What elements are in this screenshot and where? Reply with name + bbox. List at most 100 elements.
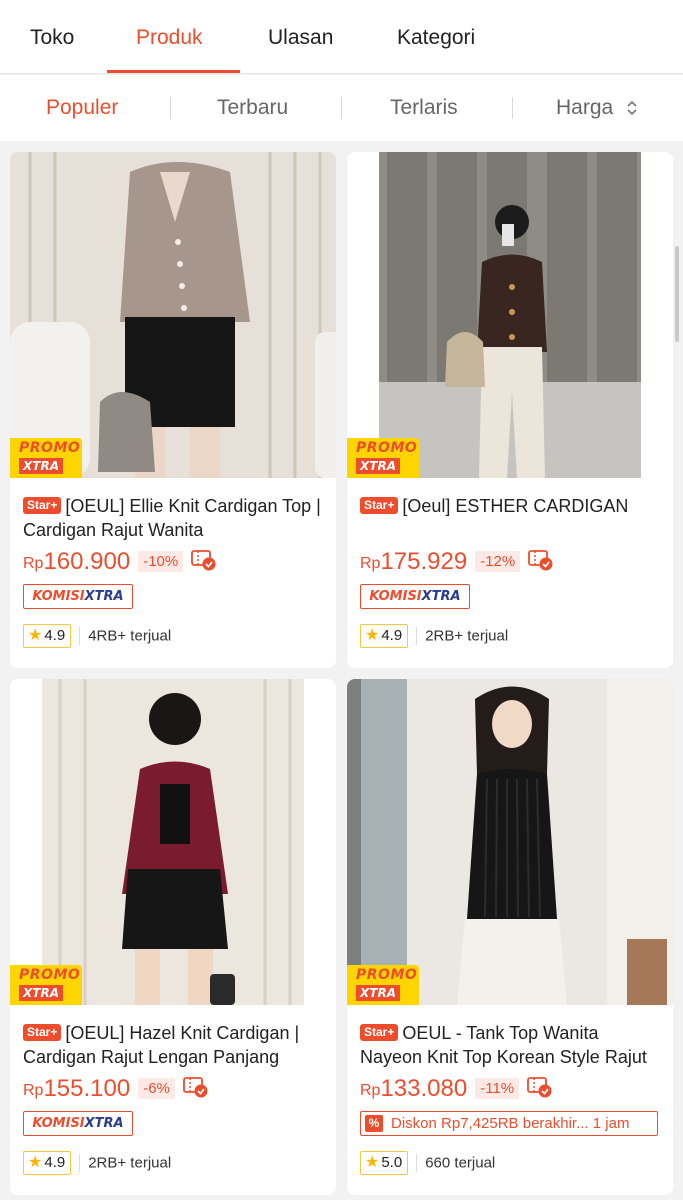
- rating-row: ★ 4.9 2RB+ terjual: [360, 624, 508, 650]
- tab-toko[interactable]: Toko: [30, 26, 74, 50]
- scrollbar[interactable]: [675, 246, 679, 342]
- promo-label: PROMO: [356, 440, 418, 456]
- divider: [170, 97, 171, 119]
- voucher-check-icon: [528, 550, 553, 571]
- currency-symbol: Rp: [360, 1082, 381, 1099]
- promo-xtra-badge: PROMO XTRA: [347, 965, 419, 1005]
- star-icon: ★: [28, 627, 43, 644]
- xtra-label: XTRA: [19, 458, 63, 474]
- rating-badge: ★ 4.9: [23, 1151, 72, 1175]
- diskon-banner: % Diskon Rp7,425RB berakhir... 1 jam: [360, 1111, 658, 1136]
- voucher-check-icon: [527, 1077, 552, 1098]
- promo-xtra-badge: PROMO XTRA: [10, 438, 82, 478]
- price-row: Rp160.900 -10%: [23, 548, 217, 578]
- sold-count: 660 terjual: [425, 1154, 496, 1172]
- divider: [416, 1154, 418, 1172]
- voucher-check-icon: [191, 550, 216, 571]
- rating-row: ★ 4.9 2RB+ terjual: [23, 1151, 171, 1177]
- divider: [79, 1154, 81, 1172]
- product-price: 133.080: [380, 1075, 468, 1102]
- promo-label: PROMO: [19, 967, 81, 983]
- divider: [341, 97, 342, 119]
- voucher-check-icon: [183, 1077, 208, 1098]
- rating-value: 4.9: [44, 627, 66, 644]
- komisi-label: KOMISI: [369, 589, 422, 604]
- xtra-label: XTRA: [421, 589, 461, 604]
- discount-badge: -10%: [138, 551, 184, 572]
- komisi-xtra-badge: KOMISIXTRA: [23, 1111, 133, 1136]
- discount-badge: -11%: [475, 1078, 520, 1099]
- product-title-text: [OEUL] Ellie Knit Cardigan Top | Cardiga…: [23, 496, 321, 540]
- sort-terlaris[interactable]: Terlaris: [390, 96, 458, 120]
- promo-label: PROMO: [19, 440, 81, 456]
- komisi-label: KOMISI: [32, 1116, 85, 1131]
- xtra-label: XTRA: [19, 985, 63, 1001]
- promo-label: PROMO: [356, 967, 418, 983]
- product-price: 175.929: [380, 548, 468, 575]
- product-title[interactable]: Star+ [Oeul] ESTHER CARDIGAN: [360, 494, 660, 518]
- star-plus-badge: Star+: [360, 497, 399, 514]
- price-row: Rp155.100 -6%: [23, 1075, 209, 1105]
- active-tab-indicator: [107, 70, 240, 73]
- rating-badge: ★ 4.9: [360, 624, 409, 648]
- tab-ulasan[interactable]: Ulasan: [268, 26, 333, 50]
- product-title-text: [OEUL] Hazel Knit Cardigan | Cardigan Ra…: [23, 1023, 300, 1067]
- sold-count: 2RB+ terjual: [88, 1154, 172, 1172]
- product-card[interactable]: PROMO XTRA Star+ [Oeul] ESTHER CARDIGAN R…: [347, 152, 673, 668]
- currency-symbol: Rp: [23, 1082, 44, 1099]
- xtra-label: XTRA: [84, 1116, 124, 1131]
- sort-terbaru[interactable]: Terbaru: [217, 96, 288, 120]
- sort-bar: Populer Terbaru Terlaris Harga: [0, 75, 683, 141]
- currency-symbol: Rp: [23, 555, 44, 572]
- rating-row: ★ 5.0 660 terjual: [360, 1151, 495, 1177]
- price-row: Rp175.929 -12%: [360, 548, 554, 578]
- currency-symbol: Rp: [360, 555, 381, 572]
- rating-value: 5.0: [381, 1154, 403, 1171]
- product-title-text: [Oeul] ESTHER CARDIGAN: [402, 496, 629, 516]
- xtra-label: XTRA: [84, 589, 124, 604]
- product-title[interactable]: Star+ OEUL - Tank Top Wanita Nayeon Knit …: [360, 1021, 660, 1069]
- promo-xtra-badge: PROMO XTRA: [347, 438, 419, 478]
- star-plus-badge: Star+: [360, 1024, 399, 1041]
- sort-arrows-icon[interactable]: [625, 98, 639, 118]
- komisi-label: KOMISI: [32, 589, 85, 604]
- divider: [512, 97, 513, 119]
- sort-populer[interactable]: Populer: [46, 96, 118, 120]
- discount-badge: -6%: [138, 1078, 175, 1099]
- product-image[interactable]: [10, 679, 336, 1005]
- tab-kategori[interactable]: Kategori: [397, 26, 475, 50]
- product-image[interactable]: [347, 152, 673, 478]
- star-plus-badge: Star+: [23, 497, 62, 514]
- product-title[interactable]: Star+ [OEUL] Ellie Knit Cardigan Top | Ca…: [23, 494, 323, 542]
- product-card[interactable]: PROMO XTRA Star+ [OEUL] Ellie Knit Cardig…: [10, 152, 336, 668]
- diskon-text: Diskon Rp7,425RB berakhir... 1 jam: [391, 1115, 630, 1132]
- product-price: 160.900: [43, 548, 131, 575]
- discount-tag-icon: %: [365, 1115, 383, 1132]
- product-price: 155.100: [43, 1075, 131, 1102]
- shop-tab-bar: Toko Produk Ulasan Kategori: [0, 0, 683, 74]
- xtra-label: XTRA: [356, 985, 400, 1001]
- tab-produk[interactable]: Produk: [136, 26, 203, 50]
- star-icon: ★: [365, 627, 380, 644]
- product-image[interactable]: [10, 152, 336, 478]
- komisi-xtra-badge: KOMISIXTRA: [360, 584, 470, 609]
- star-icon: ★: [365, 1154, 380, 1171]
- rating-value: 4.9: [44, 1154, 66, 1171]
- sold-count: 4RB+ terjual: [88, 627, 172, 645]
- divider: [416, 627, 418, 645]
- product-title[interactable]: Star+ [OEUL] Hazel Knit Cardigan | Cardig…: [23, 1021, 323, 1069]
- divider: [79, 627, 81, 645]
- rating-badge: ★ 5.0: [360, 1151, 409, 1175]
- rating-badge: ★ 4.9: [23, 624, 72, 648]
- product-card[interactable]: PROMO XTRA Star+ OEUL - Tank Top Wanita N…: [347, 679, 673, 1195]
- rating-value: 4.9: [381, 627, 403, 644]
- product-image[interactable]: [347, 679, 673, 1005]
- sort-harga[interactable]: Harga: [556, 96, 613, 120]
- sold-count: 2RB+ terjual: [425, 627, 509, 645]
- price-row: Rp133.080 -11%: [360, 1075, 553, 1105]
- product-card[interactable]: PROMO XTRA Star+ [OEUL] Hazel Knit Cardig…: [10, 679, 336, 1195]
- xtra-label: XTRA: [356, 458, 400, 474]
- rating-row: ★ 4.9 4RB+ terjual: [23, 624, 171, 650]
- discount-badge: -12%: [475, 551, 521, 572]
- product-title-text: OEUL - Tank Top Wanita Nayeon Knit Top K…: [360, 1023, 647, 1067]
